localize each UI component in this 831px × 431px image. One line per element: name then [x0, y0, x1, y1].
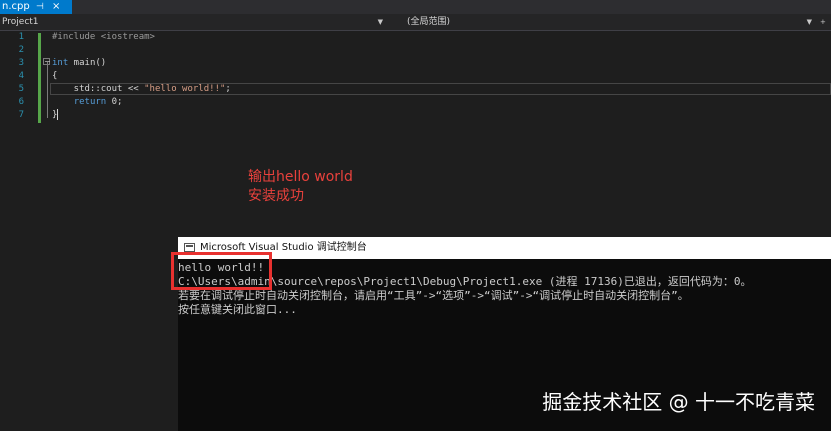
code-token: { — [52, 71, 58, 81]
project-dropdown[interactable]: Project1 ▼ — [0, 14, 385, 30]
highlight-box — [171, 252, 272, 290]
chevron-down-icon: ▼ — [806, 18, 812, 26]
project-dropdown-label: Project1 — [2, 17, 39, 27]
line-number: 3 — [18, 58, 24, 68]
change-tracking-bar — [38, 33, 41, 123]
file-tab-label: n.cpp — [2, 1, 30, 12]
code-line: std::cout << "hello world!!"; — [52, 83, 231, 96]
annotation-line-2: 安装成功 — [248, 188, 304, 204]
code-line: #include <iostream> — [52, 31, 231, 44]
watermark: 掘金技术社区 @ 十一不吃青菜 — [542, 390, 815, 414]
line-number: 4 — [18, 71, 24, 81]
code-editor[interactable]: #include <iostream> int main(){ std::cout… — [52, 31, 231, 122]
text-cursor — [57, 109, 59, 120]
chevron-down-icon: ▼ — [377, 18, 383, 26]
line-number: 6 — [18, 97, 24, 107]
console-line: 按任意键关闭此窗口... — [178, 303, 297, 316]
line-number: 1 — [18, 32, 24, 42]
console-app-icon — [184, 243, 195, 252]
line-number: 5 — [18, 84, 24, 94]
console-line: hello world!! — [178, 261, 265, 274]
code-token: "hello world!!" — [144, 84, 226, 94]
line-number: 7 — [18, 110, 24, 120]
annotation-text: 输出hello world 安装成功 — [248, 168, 353, 206]
code-token: #include <iostream> — [52, 32, 155, 42]
annotation-line-1: 输出hello world — [248, 169, 353, 185]
code-line: int main() — [52, 57, 231, 70]
file-tab[interactable]: n.cpp ⊣ × — [0, 0, 72, 14]
code-line: { — [52, 70, 231, 83]
console-output: hello world!! C:\Users\admin\source\repos… — [178, 261, 831, 317]
code-token: main() — [68, 58, 107, 68]
code-token: std::cout << — [52, 84, 145, 94]
line-number-gutter: 1 2 3 4 5 6 7 — [0, 31, 24, 131]
fold-guide — [47, 62, 48, 118]
code-token: return — [73, 97, 107, 107]
code-token: int — [52, 58, 69, 68]
close-icon[interactable]: × — [52, 0, 60, 14]
split-icon: + — [820, 18, 826, 26]
line-number: 2 — [18, 45, 24, 55]
code-line: } — [52, 109, 231, 122]
console-line: 若要在调试停止时自动关闭控制台，请启用“工具”->“选项”->“调试”->“调试… — [178, 289, 689, 302]
code-token: 0; — [106, 97, 123, 107]
console-title-bar[interactable]: Microsoft Visual Studio 调试控制台 — [178, 237, 831, 259]
code-line: return 0; — [52, 96, 231, 109]
code-token: ; — [225, 84, 231, 94]
scope-dropdown[interactable]: (全局范围) ▼ — [407, 14, 812, 30]
navigation-bar: Project1 ▼ (全局范围) ▼ + — [0, 14, 831, 31]
document-tab-bar: n.cpp ⊣ × — [0, 0, 831, 14]
pin-icon[interactable]: ⊣ — [36, 0, 44, 14]
split-editor-button[interactable]: + — [817, 14, 831, 30]
scope-dropdown-label: (全局范围) — [407, 17, 451, 27]
console-line: C:\Users\admin\source\repos\Project1\Deb… — [178, 275, 752, 288]
